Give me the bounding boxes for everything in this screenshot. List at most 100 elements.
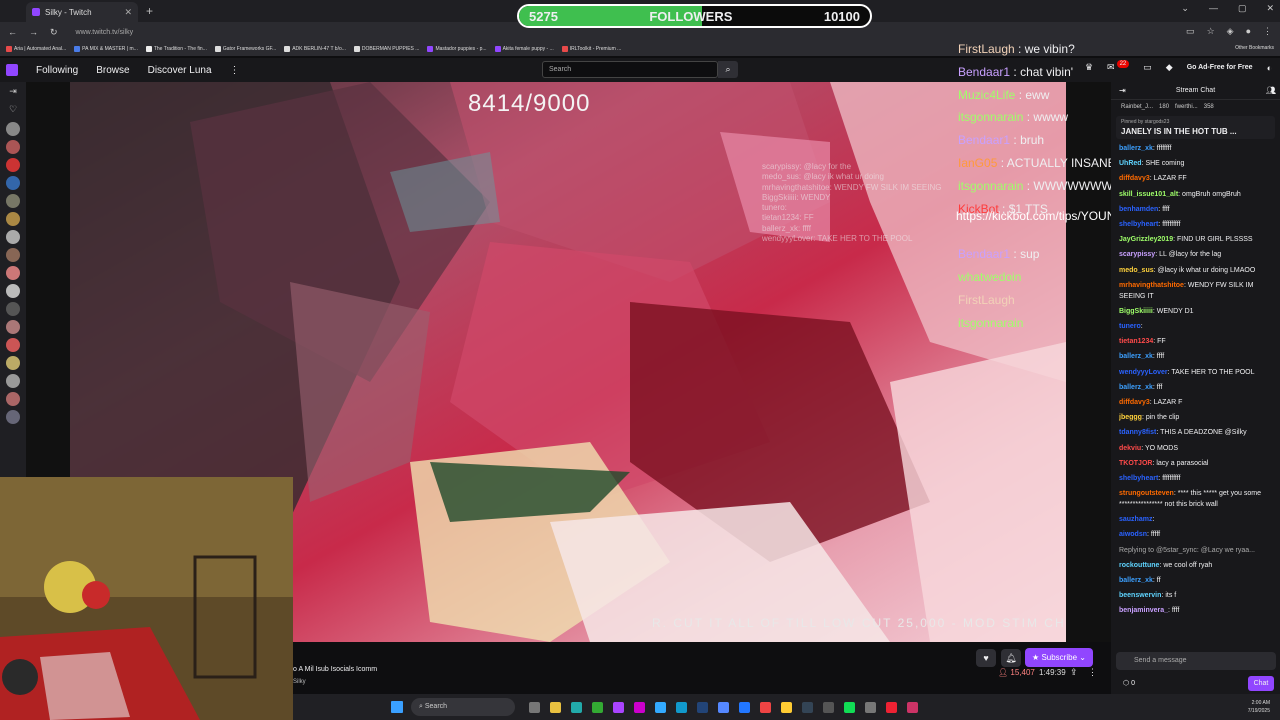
channel-avatar[interactable] <box>6 176 20 190</box>
collapse-chat-icon[interactable]: ⇥ <box>1119 86 1126 95</box>
app-icon[interactable] <box>634 701 645 713</box>
pinned-message[interactable]: Pinned by stargods23 JANELY IS IN THE HO… <box>1116 116 1275 139</box>
chat-username[interactable]: aiwodsn <box>1119 531 1147 538</box>
bookmark-item[interactable]: The Tradition - The fin... <box>145 46 207 52</box>
chat-message[interactable]: tietan1234: FF <box>1119 334 1272 349</box>
chat-message[interactable]: jbeggg: pin the clip <box>1119 410 1272 425</box>
user-avatar[interactable]: ◐ <box>1267 63 1272 73</box>
edge-icon[interactable] <box>676 701 687 713</box>
search-icon[interactable]: ⌕ <box>718 61 738 78</box>
maximize-icon[interactable]: ▢ <box>1238 3 1247 14</box>
chat-message[interactable]: diffdavy3: LAZAR F <box>1119 395 1272 410</box>
chat-username[interactable]: sauzhamz <box>1119 516 1152 523</box>
back-icon[interactable]: ← <box>8 27 17 38</box>
community-icon[interactable]: 👥︎ <box>1266 86 1276 95</box>
nav-following[interactable]: Following <box>36 65 78 76</box>
chat-username[interactable]: scarypissy <box>1119 251 1155 258</box>
chat-username[interactable]: JayGrizzley2019 <box>1119 236 1173 243</box>
chat-message[interactable]: shelbyheart: ffffffffff <box>1119 471 1272 486</box>
bookmark-item[interactable]: Aria | Automated Anal... <box>6 46 66 52</box>
new-tab-icon[interactable]: + <box>146 4 153 18</box>
chat-message[interactable]: ballerz_xk: ffffffff <box>1119 141 1272 156</box>
chat-message[interactable]: UhRed: SHE coming <box>1119 156 1272 171</box>
app-icon[interactable] <box>781 701 792 713</box>
task-view-icon[interactable] <box>529 701 540 713</box>
more-options-icon[interactable]: ⋮ <box>230 65 240 76</box>
channel-avatar[interactable] <box>6 302 20 316</box>
chat-username[interactable]: jbeggg <box>1119 414 1142 421</box>
bookmark-item[interactable]: DOBERMAN PUPPIES ... <box>353 46 419 52</box>
channel-avatar[interactable] <box>6 356 20 370</box>
bookmark-item[interactable]: IRLToolkit - Premium ... <box>561 46 621 52</box>
channel-avatar[interactable] <box>6 410 20 424</box>
close-window-icon[interactable]: ✕ <box>1266 3 1274 14</box>
chat-username[interactable]: wendyyyLover <box>1119 369 1168 376</box>
steam-icon[interactable] <box>802 701 813 713</box>
nav-browse[interactable]: Browse <box>96 65 129 76</box>
chat-message[interactable]: shelbyheart: ffffffffff <box>1119 217 1272 232</box>
chat-send-button[interactable]: Chat <box>1248 676 1274 691</box>
ad-free-button[interactable]: Go Ad-Free for Free <box>1187 64 1253 71</box>
app-icon[interactable] <box>823 701 834 713</box>
chat-username[interactable]: benjaminvera_ <box>1119 607 1168 614</box>
channel-avatar[interactable] <box>6 374 20 388</box>
chat-username[interactable]: UhRed <box>1119 160 1142 167</box>
chat-message[interactable]: TKOTJOR: lacy a parasocial <box>1119 456 1272 471</box>
channel-avatar[interactable] <box>6 140 20 154</box>
chat-username[interactable]: ballerz_xk <box>1119 577 1153 584</box>
chat-message[interactable]: beenswervin: its f <box>1119 588 1272 603</box>
channel-avatar[interactable] <box>6 320 20 334</box>
chat-username[interactable]: TKOTJOR <box>1119 460 1152 467</box>
reload-icon[interactable]: ↻ <box>50 27 58 38</box>
chat-message[interactable]: BiggSkiiiii: WENDY D1 <box>1119 304 1272 319</box>
chat-message[interactable]: diffdavy3: LAZAR FF <box>1119 171 1272 186</box>
chevron-down-icon[interactable]: ⌄ <box>1181 3 1189 14</box>
chat-input[interactable]: Send a message <box>1116 652 1276 670</box>
chrome-icon[interactable] <box>760 701 771 713</box>
chat-username[interactable]: BiggSkiiiii <box>1119 308 1153 315</box>
browser-tab[interactable]: Silky - Twitch ✕ <box>26 2 138 22</box>
search-input[interactable]: Search <box>542 61 718 78</box>
chat-message[interactable]: tunero: <box>1119 319 1272 334</box>
bookmark-item[interactable]: Gator Frameworks GF... <box>214 46 276 52</box>
url-field[interactable]: www.twitch.tv/silky <box>76 29 134 36</box>
bits-icon[interactable]: ◆ <box>1166 62 1173 73</box>
chat-username[interactable]: benhamden <box>1119 206 1158 213</box>
channel-avatar[interactable] <box>6 230 20 244</box>
channel-avatar[interactable] <box>6 284 20 298</box>
chat-username[interactable]: tietan1234 <box>1119 338 1153 345</box>
nav-discover-luna[interactable]: Discover Luna <box>148 65 212 76</box>
follow-heart-icon[interactable]: ♥ <box>976 649 996 667</box>
extensions-icon[interactable]: ◈ <box>1227 26 1234 37</box>
expand-sidebar-icon[interactable]: ⇥ <box>9 86 17 100</box>
app-icon[interactable] <box>655 701 666 713</box>
channel-avatar[interactable] <box>6 338 20 352</box>
channel-avatar[interactable] <box>6 158 20 172</box>
chat-username[interactable]: shelbyheart <box>1119 221 1158 228</box>
notifications-bell-icon[interactable]: 🔔︎ <box>1001 649 1021 667</box>
chat-message[interactable]: ballerz_xk: fff <box>1119 380 1272 395</box>
minimize-icon[interactable]: — <box>1209 3 1218 14</box>
twitch-logo-icon[interactable] <box>6 64 18 76</box>
chat-message[interactable]: rockouttune: we cool off ryah <box>1119 558 1272 573</box>
forward-icon[interactable]: → <box>29 27 38 38</box>
taskbar-clock[interactable]: 2:00 AM 7/19/2025 <box>1248 699 1270 715</box>
discord-icon[interactable] <box>718 701 729 713</box>
app-icon[interactable] <box>571 701 582 713</box>
leaderboard-name[interactable]: fwerthi... <box>1175 104 1198 110</box>
chat-username[interactable]: beenswervin <box>1119 592 1161 599</box>
chat-message[interactable]: medo_sus: @lacy ik what ur doing LMAOO <box>1119 263 1272 278</box>
channel-avatar[interactable] <box>6 194 20 208</box>
channel-avatar[interactable] <box>6 212 20 226</box>
chat-username[interactable]: diffdavy3 <box>1119 399 1150 406</box>
file-explorer-icon[interactable] <box>550 701 561 713</box>
windows-start-icon[interactable] <box>391 701 403 713</box>
xbox-icon[interactable] <box>592 701 603 713</box>
whispers-icon[interactable]: ▭ <box>1143 62 1152 73</box>
channel-avatar[interactable] <box>6 248 20 262</box>
cast-icon[interactable]: ▭ <box>1186 26 1195 37</box>
close-tab-icon[interactable]: ✕ <box>124 7 132 18</box>
chat-message[interactable]: JayGrizzley2019: FIND UR GIRL PLSSSS <box>1119 232 1272 247</box>
chat-message[interactable]: mrhavingthatshitoe: WENDY FW SILK IM SEE… <box>1119 280 1272 302</box>
chat-message[interactable]: benhamden: ffff <box>1119 202 1272 217</box>
